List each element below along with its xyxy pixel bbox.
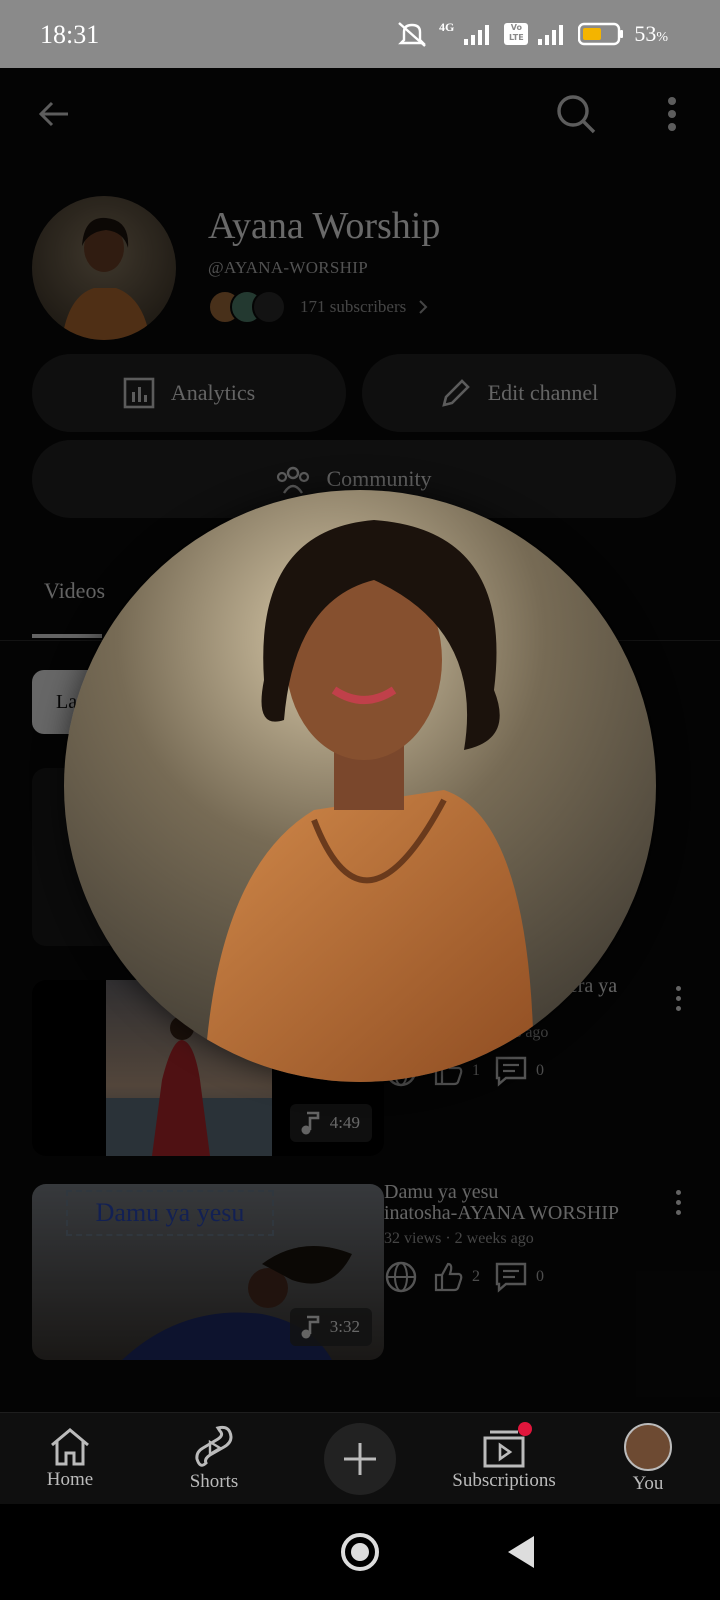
- analytics-label: Analytics: [170, 380, 256, 405]
- battery-percent: 53%: [634, 21, 668, 46]
- arrow-left-icon: [38, 101, 68, 127]
- new-content-dot: [518, 1422, 532, 1436]
- volte-icon: Vo LTE: [504, 23, 529, 45]
- edit-channel-button[interactable]: Edit channel: [362, 354, 676, 432]
- circle-home-icon: [341, 1533, 379, 1571]
- video-more-button[interactable]: [668, 1182, 688, 1222]
- video-title[interactable]: Damu ya yesu inatosha-AYANA WORSHIP: [384, 1182, 619, 1224]
- nav-you[interactable]: You: [610, 1413, 686, 1505]
- chevron-right-icon: [419, 300, 428, 314]
- video-meta: 32 views · 2 weeks ago: [384, 1230, 534, 1247]
- subscriber-avatars: [208, 290, 286, 324]
- battery-icon: [578, 22, 624, 46]
- tab-indicator: [32, 634, 102, 638]
- bottom-navigation: Home Shorts Subscriptions You: [0, 1412, 720, 1505]
- video-stats: 2 0: [384, 1260, 544, 1294]
- music-note-icon: [301, 1111, 320, 1135]
- nav-subscriptions[interactable]: Subscriptions: [444, 1413, 564, 1505]
- avatar: [624, 1423, 672, 1471]
- video-more-button[interactable]: [668, 978, 688, 1018]
- nav-create[interactable]: [322, 1413, 398, 1505]
- more-vert-icon: [668, 97, 676, 131]
- globe-icon: [385, 1261, 417, 1293]
- mute-alarm-icon: [398, 22, 426, 47]
- profile-photo-preview[interactable]: [64, 490, 656, 1082]
- status-time: 18:31: [40, 20, 100, 49]
- analytics-button[interactable]: Analytics: [32, 354, 346, 432]
- shorts-icon: [195, 1425, 233, 1467]
- comment-icon: [495, 1262, 527, 1293]
- pencil-icon: [441, 379, 470, 407]
- community-icon: [277, 466, 310, 494]
- subscriber-avatar: [252, 290, 286, 324]
- more-options-button[interactable]: [644, 86, 700, 142]
- system-navigation-bar: [0, 1504, 720, 1600]
- analytics-icon: [123, 377, 155, 409]
- tab-videos[interactable]: Videos: [44, 578, 105, 604]
- back-button[interactable]: [26, 86, 82, 142]
- search-icon: [557, 95, 596, 134]
- back-system-button[interactable]: [504, 1532, 544, 1572]
- subscribers-link[interactable]: 171 subscribers: [208, 290, 428, 324]
- channel-handle: @AYANA-WORSHIP: [208, 258, 368, 277]
- network-type: 4G: [438, 20, 455, 34]
- thumbnail-text-box: Damu ya yesu: [66, 1190, 274, 1236]
- nav-home[interactable]: Home: [32, 1413, 108, 1505]
- comment-icon: [495, 1056, 527, 1087]
- nav-shorts[interactable]: Shorts: [176, 1413, 252, 1505]
- thumbs-up-icon: [434, 1262, 463, 1292]
- status-icons: 4G Vo LTE 53%: [395, 20, 668, 48]
- triangle-back-icon: [508, 1536, 534, 1568]
- channel-avatar[interactable]: [32, 196, 176, 340]
- home-icon: [51, 1428, 89, 1466]
- duration-badge: 3:32: [289, 1308, 372, 1346]
- duration-badge: 4:49: [289, 1104, 372, 1142]
- status-bar: 18:31 4G Vo LTE 53%: [0, 0, 720, 68]
- community-label: Community: [326, 466, 432, 491]
- create-plus-icon: [324, 1423, 396, 1495]
- channel-name: Ayana Worship: [208, 205, 441, 247]
- video-thumbnail[interactable]: Damu ya yesu 3:32: [32, 1184, 384, 1360]
- music-note-icon: [301, 1315, 320, 1339]
- signal-icon-2: [538, 25, 564, 45]
- home-system-button[interactable]: [340, 1532, 380, 1572]
- search-button[interactable]: [548, 86, 604, 142]
- subscriber-count: 171 subscribers: [300, 297, 407, 316]
- edit-channel-label: Edit channel: [487, 380, 599, 405]
- signal-icon: [464, 25, 490, 45]
